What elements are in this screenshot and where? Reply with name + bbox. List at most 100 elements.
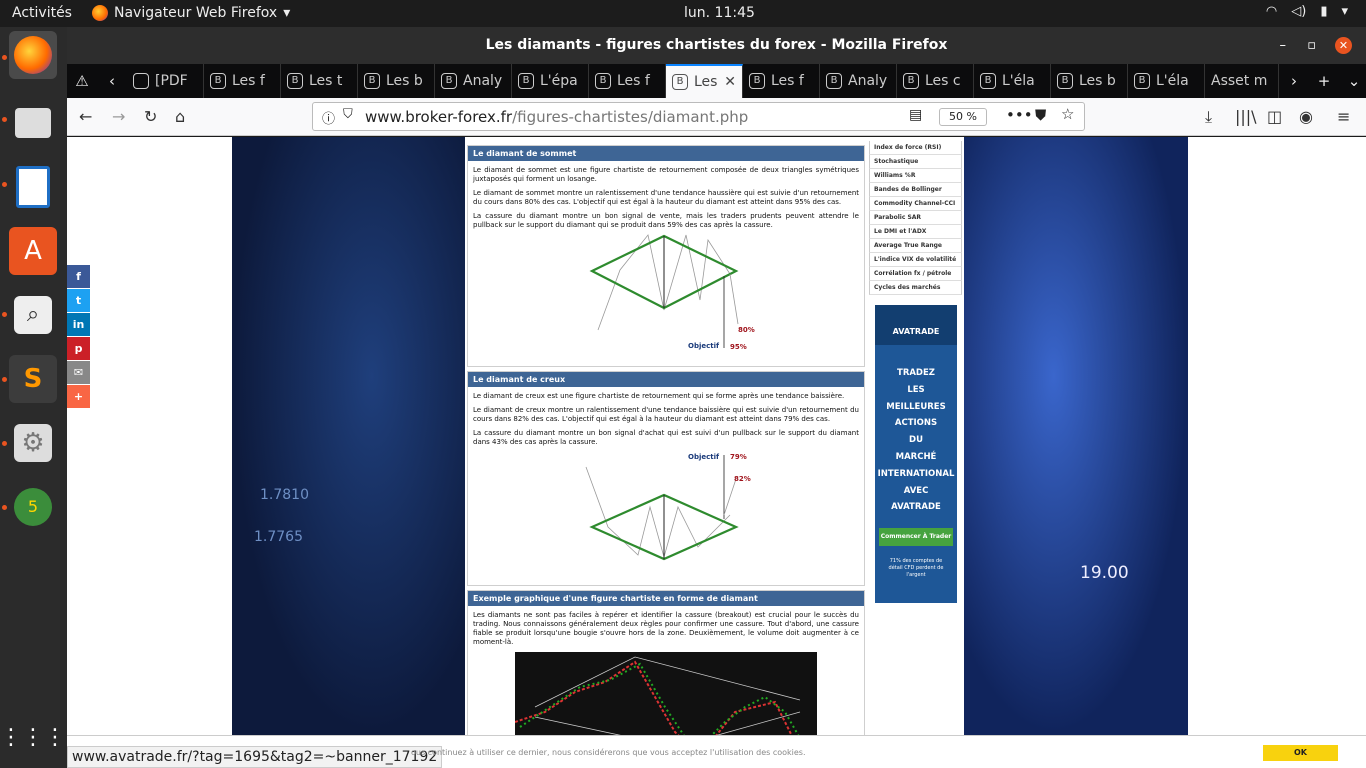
dock-sublime[interactable]: S — [9, 355, 57, 403]
panel-title: Le diamant de creux — [468, 372, 864, 387]
background-left: 1.7765 1.7810 — [232, 137, 465, 735]
sidebar-item[interactable]: Parabolic SAR — [869, 211, 962, 225]
tab[interactable]: B Analy — [435, 64, 512, 98]
home-icon[interactable]: ⌂ — [175, 107, 185, 126]
panel-creux: Le diamant de creux Le diamant de creux … — [467, 371, 865, 586]
app-menu[interactable]: Navigateur Web Firefox ▾ — [92, 5, 290, 21]
reader-view-icon[interactable]: ▤ — [909, 107, 922, 123]
dock-metatrader[interactable]: 5 — [9, 483, 57, 531]
shield-icon[interactable]: ⛉ — [343, 107, 353, 122]
panel-sommet: Le diamant de sommet Le diamant de somme… — [467, 145, 865, 367]
running-indicator — [2, 441, 7, 446]
sidebar-item[interactable]: Index de force (RSI) — [869, 141, 962, 155]
tab[interactable]: B L'éla — [974, 64, 1051, 98]
back-button[interactable]: ← — [79, 107, 92, 126]
site-icon: B — [364, 73, 380, 89]
tab[interactable]: B Les b — [358, 64, 435, 98]
sidebar-icon[interactable]: ◫ — [1267, 107, 1282, 126]
tab[interactable]: B L'épa — [512, 64, 589, 98]
new-tab-button[interactable]: + — [1309, 72, 1339, 90]
nav-bar: ← → ↻ ⌂ ⓘ ⛉ www.broker-forex.fr/figures-… — [67, 98, 1366, 136]
tab[interactable]: B Les c — [897, 64, 974, 98]
tab[interactable]: B Les f — [204, 64, 281, 98]
site-icon: B — [287, 73, 303, 89]
tab-active[interactable]: B Les ✕ — [666, 64, 743, 98]
sidebar-item[interactable]: Average True Range — [869, 239, 962, 253]
main-content: Le diamant de sommet Le diamant de somme… — [465, 137, 866, 735]
activities-button[interactable]: Activités — [12, 5, 72, 21]
window-titlebar: Les diamants - figures chartistes du for… — [67, 27, 1366, 64]
zoom-level[interactable]: 50 % — [939, 108, 987, 126]
maximize-button[interactable]: ▫ — [1307, 27, 1316, 64]
tab[interactable]: B L'éla — [1128, 64, 1205, 98]
close-tab-icon[interactable]: ✕ — [724, 74, 736, 90]
site-icon: B — [595, 73, 611, 89]
grid-icon: ⋮⋮⋮ — [0, 724, 66, 750]
magnifier-icon: ⌕ — [14, 296, 52, 334]
site-icon: B — [980, 73, 996, 89]
tab[interactable]: Asset m — [1205, 64, 1279, 98]
account-icon[interactable]: ◉ — [1299, 107, 1313, 126]
sidebar-item[interactable]: Bandes de Bollinger — [869, 183, 962, 197]
library-icon[interactable]: |||\ — [1235, 107, 1257, 126]
email-icon[interactable]: ✉ — [67, 361, 90, 384]
share-bar: f t in p ✉ + — [67, 265, 90, 409]
system-tray[interactable]: ◠ ◁) ▮ ▾ — [1266, 4, 1348, 19]
web-viewport: 1.7765 1.7810 19.00 f t in p ✉ + Le diam… — [67, 137, 1366, 735]
tab-list-button[interactable]: ⌄ — [1339, 72, 1366, 90]
dock-writer[interactable] — [9, 163, 57, 211]
panel-title: Le diamant de sommet — [468, 146, 864, 161]
sidebar-item[interactable]: Commodity Channel-CCI — [869, 197, 962, 211]
gear-icon: ⚙ — [14, 424, 52, 462]
twitter-icon[interactable]: t — [67, 289, 90, 312]
bookmark-star-icon[interactable]: ☆ — [1061, 105, 1074, 123]
minimize-button[interactable]: – — [1280, 27, 1287, 64]
sidebar-item[interactable]: Corrélation fx / pétrole — [869, 267, 962, 281]
clock[interactable]: lun. 11:45 — [684, 5, 755, 21]
forward-button[interactable]: → — [112, 107, 125, 126]
firefox-icon — [14, 36, 52, 74]
tab[interactable]: B Les f — [589, 64, 666, 98]
tab[interactable]: B Analy — [820, 64, 897, 98]
site-icon: B — [518, 73, 534, 89]
pct-label: 95% — [730, 343, 747, 351]
dock-software[interactable]: A — [9, 227, 57, 275]
pocket-icon[interactable]: ⛊ — [1035, 106, 1046, 124]
close-button[interactable]: ✕ — [1335, 37, 1352, 54]
scroll-tabs-right-button[interactable]: › — [1279, 72, 1309, 90]
sidebar-item[interactable]: L'indice VIX de volatilité — [869, 253, 962, 267]
reload-button[interactable]: ↻ — [144, 107, 157, 126]
cookie-ok-button[interactable]: OK — [1263, 745, 1338, 761]
dock: A ⌕ S ⚙ 5 ⋮⋮⋮ — [0, 27, 67, 768]
sidebar-item[interactable]: Cycles des marchés — [869, 281, 962, 295]
sidebar-item[interactable]: Le DMI et l'ADX — [869, 225, 962, 239]
objectif-label: Objectif — [688, 453, 720, 461]
ad-cta-button[interactable]: Commencer À Trader — [879, 528, 953, 547]
scroll-tabs-left-button[interactable]: ‹ — [97, 72, 127, 90]
pinterest-icon[interactable]: p — [67, 337, 90, 360]
url-bar[interactable]: ⓘ ⛉ www.broker-forex.fr/figures-chartist… — [312, 102, 1085, 131]
show-apps-button[interactable]: ⋮⋮⋮ — [0, 713, 66, 761]
menu-icon[interactable]: ≡ — [1337, 107, 1350, 126]
more-share-icon[interactable]: + — [67, 385, 90, 408]
dock-files[interactable] — [9, 99, 57, 147]
dock-settings[interactable]: ⚙ — [9, 419, 57, 467]
dock-firefox[interactable] — [9, 31, 57, 79]
avatrade-ad[interactable]: AVATRADE TRADEZ LES MEILLEURES ACTIONS DU MAR… — [875, 305, 957, 603]
sidebar-item[interactable]: Stochastique — [869, 155, 962, 169]
facebook-icon[interactable]: f — [67, 265, 90, 288]
sidebar-item[interactable]: Williams %R — [869, 169, 962, 183]
tab[interactable]: B Les t — [281, 64, 358, 98]
tab[interactable]: [PDF — [127, 64, 204, 98]
info-icon[interactable]: ⓘ — [322, 108, 335, 127]
linkedin-icon[interactable]: in — [67, 313, 90, 336]
dock-search[interactable]: ⌕ — [9, 291, 57, 339]
tab[interactable]: B Les f — [743, 64, 820, 98]
download-icon[interactable]: ⤓ — [1205, 107, 1212, 127]
running-indicator — [2, 117, 7, 122]
tab[interactable]: B Les b — [1051, 64, 1128, 98]
page-actions-icon[interactable]: ••• — [1006, 106, 1033, 124]
site-icon: B — [672, 74, 688, 90]
site-icon: B — [826, 73, 842, 89]
warning-icon[interactable]: ⚠ — [67, 72, 97, 90]
